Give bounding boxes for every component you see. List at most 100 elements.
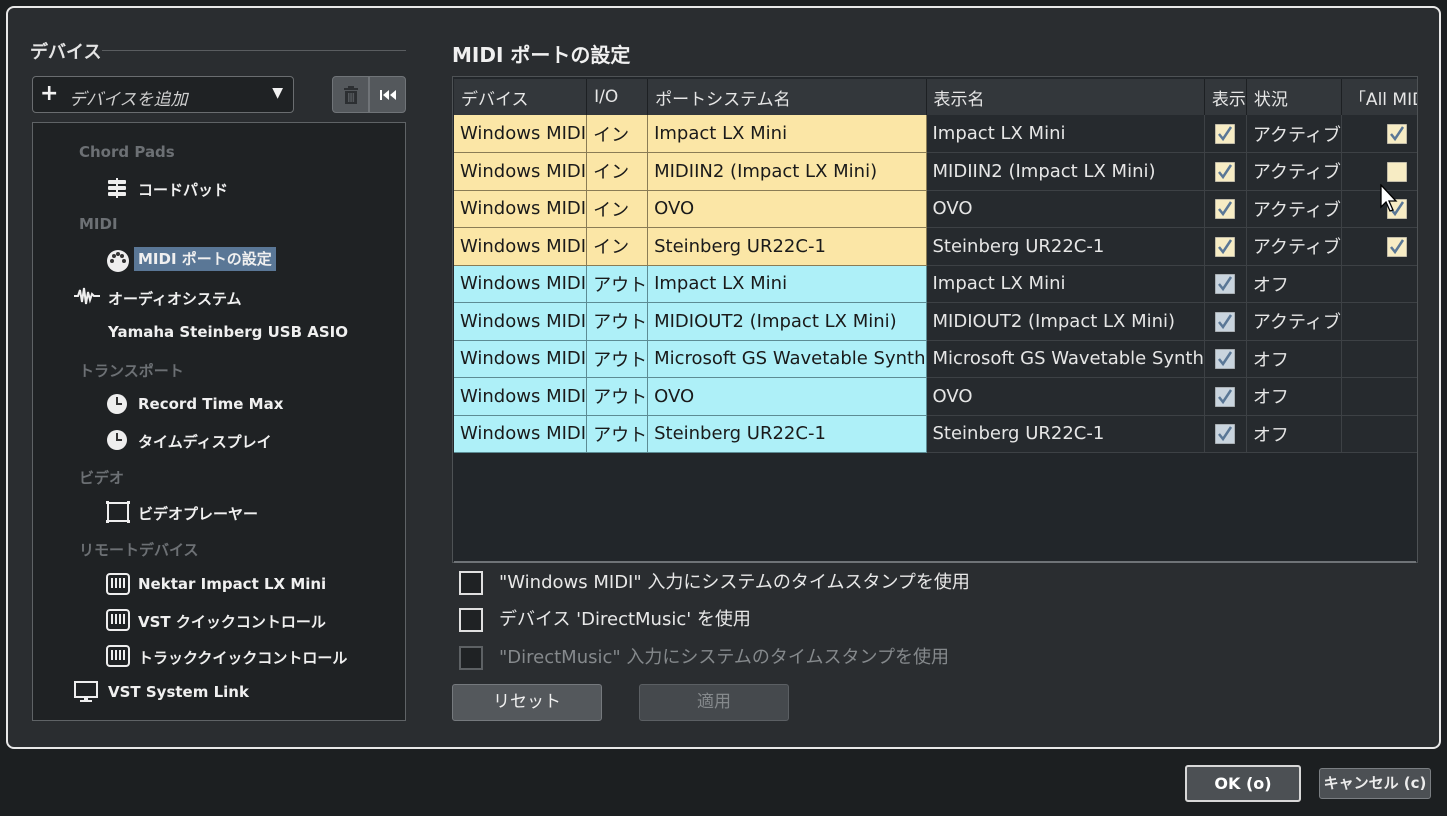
table-row[interactable]: Windows MIDI アウト Impact LX Mini Impact LX M… <box>454 265 1417 303</box>
cell-status: オフ <box>1246 377 1342 416</box>
tree-device-item[interactable]: コードパッド <box>138 179 228 200</box>
show-checkbox[interactable] <box>1215 124 1236 144</box>
option-checkbox[interactable]: デバイス 'DirectMusic' を使用 <box>459 608 1059 634</box>
column-header[interactable]: I/O <box>586 79 649 115</box>
cell-display-name[interactable]: MIDIOUT2 (Impact LX Mini) <box>926 302 1205 341</box>
cell-display-name[interactable]: OVO <box>926 377 1205 416</box>
show-checkbox[interactable] <box>1215 386 1236 407</box>
tree-device-item[interactable]: VST クイックコントロール <box>138 611 326 632</box>
cell-show <box>1204 377 1247 416</box>
cell-display-name[interactable]: Steinberg UR22C-1 <box>926 227 1205 266</box>
cell-device: Windows MIDI <box>454 415 588 453</box>
cell-device: Windows MIDI <box>454 190 588 228</box>
show-checkbox[interactable] <box>1215 236 1236 257</box>
cell-status: アクティブ <box>1246 190 1342 228</box>
tree-category[interactable]: Chord Pads <box>79 143 175 161</box>
reset-button[interactable]: リセット <box>452 684 602 721</box>
column-header[interactable]: 表示 <box>1204 79 1247 115</box>
film-icon <box>106 501 130 523</box>
column-header[interactable]: 「All MIDI In <box>1341 79 1417 115</box>
dropdown-arrow-icon: ▼ <box>272 85 283 101</box>
cancel-label: キャンセル (c) <box>1323 774 1427 792</box>
tree-category[interactable]: トランスポート <box>79 360 184 381</box>
cell-device: Windows MIDI <box>454 377 588 416</box>
tree-category[interactable]: MIDI <box>79 215 118 233</box>
tree-device-item[interactable]: ビデオプレーヤー <box>138 503 258 524</box>
all-midi-inputs-checkbox[interactable] <box>1386 124 1407 144</box>
option-label: "DirectMusic" 入力にシステムのタイムスタンプを使用 <box>499 647 949 668</box>
cell-display-name[interactable]: MIDIIN2 (Impact LX Mini) <box>926 152 1205 191</box>
table-row[interactable]: Windows MIDI イン Impact LX Mini Impact LX Mi… <box>454 115 1417 153</box>
show-checkbox[interactable] <box>1215 349 1236 370</box>
cell-display-name[interactable]: Impact LX Mini <box>926 115 1205 153</box>
cell-device: Windows MIDI <box>454 115 588 153</box>
tree-device-item[interactable]: Nektar Impact LX Mini <box>138 575 326 593</box>
show-checkbox[interactable] <box>1215 311 1236 332</box>
add-device-label: デバイスを追加 <box>69 90 188 110</box>
cell-status: オフ <box>1246 265 1342 303</box>
tree-device-label: ビデオプレーヤー <box>138 505 259 523</box>
apply-button[interactable]: 適用 <box>639 684 789 721</box>
checkbox-box[interactable] <box>459 608 483 632</box>
tree-category[interactable]: リモートデバイス <box>79 539 199 560</box>
table-row[interactable]: Windows MIDI アウト Steinberg UR22C-1 Steinber… <box>454 415 1417 453</box>
tree-device-item[interactable]: Record Time Max <box>138 395 283 413</box>
cell-show <box>1204 265 1247 303</box>
cell-status: アクティブ <box>1246 227 1342 266</box>
cell-display-name[interactable]: Microsoft GS Wavetable Synth <box>926 340 1205 378</box>
checkbox-box[interactable] <box>459 571 483 595</box>
ok-label: OK (o) <box>1214 774 1272 793</box>
column-header[interactable]: デバイス <box>454 79 588 115</box>
cell-all-midi-inputs <box>1341 115 1417 153</box>
trash-icon <box>344 86 358 104</box>
cell-all-midi-inputs <box>1341 377 1417 416</box>
waveform-icon <box>74 286 100 306</box>
tree-device-item[interactable]: VST System Link <box>108 683 249 701</box>
cell-display-name[interactable]: Impact LX Mini <box>926 265 1205 303</box>
remove-device-button[interactable] <box>332 76 369 113</box>
column-header[interactable]: 状況 <box>1246 79 1342 115</box>
show-checkbox[interactable] <box>1215 424 1236 445</box>
cell-io: イン <box>586 115 649 153</box>
ok-button[interactable]: OK (o) <box>1185 765 1301 802</box>
cell-show <box>1204 190 1247 228</box>
show-checkbox[interactable] <box>1215 274 1236 295</box>
column-header[interactable]: 表示名 <box>926 79 1205 115</box>
table-row[interactable]: Windows MIDI イン MIDIIN2 (Impact LX Mini) MI… <box>454 152 1417 191</box>
tree-device-item[interactable]: タイムディスプレイ <box>138 431 272 452</box>
tree-device-item[interactable]: トラッククイックコントロール <box>138 647 347 668</box>
option-checkbox[interactable]: "Windows MIDI" 入力にシステムのタイムスタンプを使用 <box>459 571 1059 597</box>
table-row[interactable]: Windows MIDI イン Steinberg UR22C-1 Steinberg… <box>454 227 1417 266</box>
cell-show <box>1204 302 1247 341</box>
cell-io: イン <box>586 190 649 228</box>
checkbox-box <box>459 646 483 670</box>
cell-device: Windows MIDI <box>454 340 588 378</box>
table-row[interactable]: Windows MIDI アウト OVO OVO オフ <box>454 377 1417 416</box>
column-header[interactable]: ポートシステム名 <box>647 79 927 115</box>
plus-icon: + <box>40 81 59 106</box>
cell-display-name[interactable]: Steinberg UR22C-1 <box>926 415 1205 453</box>
table-row[interactable]: Windows MIDI イン OVO OVO アクティブ <box>454 190 1417 228</box>
cell-port: Steinberg UR22C-1 <box>647 227 927 266</box>
cell-show <box>1204 415 1247 453</box>
table-row[interactable]: Windows MIDI アウト Microsoft GS Wavetable Sy… <box>454 340 1417 378</box>
add-device-dropdown[interactable]: + デバイスを追加 ▼ <box>32 76 294 113</box>
midi-din-icon <box>106 249 130 273</box>
reset-device-button[interactable] <box>369 76 406 113</box>
tree-device-item[interactable]: Yamaha Steinberg USB ASIO <box>108 323 348 341</box>
show-checkbox[interactable] <box>1215 199 1236 220</box>
all-midi-inputs-checkbox[interactable] <box>1386 161 1407 182</box>
cell-display-name[interactable]: OVO <box>926 190 1205 228</box>
tree-device-label: トラッククイックコントロール <box>138 649 348 667</box>
cell-status: アクティブ <box>1246 115 1342 153</box>
tree-category[interactable]: ビデオ <box>79 467 124 488</box>
table-row[interactable]: Windows MIDI アウト MIDIOUT2 (Impact LX Mini)… <box>454 302 1417 341</box>
cell-status: アクティブ <box>1246 302 1342 341</box>
all-midi-inputs-checkbox[interactable] <box>1386 236 1407 257</box>
tree-device-item[interactable]: MIDI ポートの設定 <box>134 247 276 271</box>
cell-io: アウト <box>586 377 649 416</box>
tree-device-item[interactable]: オーディオシステム <box>108 288 242 309</box>
show-checkbox[interactable] <box>1215 161 1236 182</box>
cell-port: Impact LX Mini <box>647 115 927 153</box>
cancel-button[interactable]: キャンセル (c) <box>1319 768 1431 799</box>
